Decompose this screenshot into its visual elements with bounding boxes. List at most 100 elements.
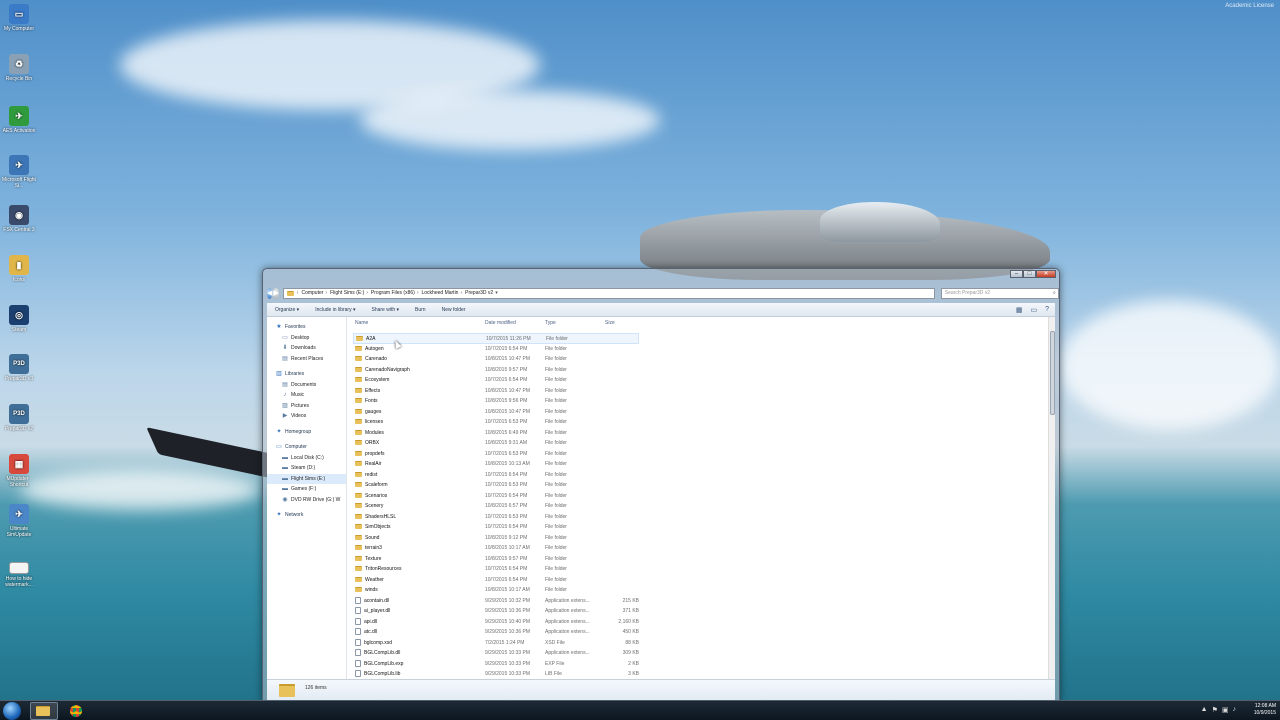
file-row[interactable]: Weather 10/7/2015 6:54 PM File folder xyxy=(353,575,1049,586)
file-row[interactable]: CarenadoNavigraph 10/8/2015 9:57 PM File f… xyxy=(353,365,1049,376)
desktop-icon[interactable]: ◉ FSX Central 3 xyxy=(2,205,36,233)
file-row[interactable]: api.dll 9/29/2015 10:40 PM Application ext… xyxy=(353,617,1049,628)
back-button[interactable]: ◀ xyxy=(267,287,273,299)
nav-item[interactable]: ▭ Computer xyxy=(267,442,346,453)
nav-item[interactable]: ▤ Documents xyxy=(267,380,346,391)
desktop-icon[interactable]: ♻ Recycle Bin xyxy=(2,54,36,82)
breadcrumb-item[interactable]: Lockheed Martin xyxy=(422,290,459,296)
breadcrumb-item[interactable]: Computer xyxy=(301,290,323,296)
file-row[interactable]: Scenery 10/8/2015 6:57 PM File folder xyxy=(353,501,1049,512)
file-row[interactable]: propdefs 10/7/2015 6:53 PM File folder xyxy=(353,449,1049,460)
taskbar-explorer-button[interactable] xyxy=(30,702,58,720)
explorer-window[interactable]: – □ ✕ ◀ ▶ › Computer › Flight Sims (E:) › … xyxy=(262,268,1060,702)
change-view-icon[interactable]: ▦ xyxy=(1016,306,1023,314)
file-row[interactable]: Autogen 10/7/2015 6:54 PM File folder xyxy=(353,344,1049,355)
nav-item[interactable]: ✦ Network xyxy=(267,510,346,521)
file-row[interactable]: winds 10/8/2015 10:17 AM File folder xyxy=(353,585,1049,596)
column-header-date[interactable]: Date modified xyxy=(485,320,516,330)
nav-item[interactable]: ▨ Pictures xyxy=(267,401,346,412)
tray-icon[interactable]: ▲ xyxy=(1201,706,1208,714)
file-row[interactable]: SimObjects 10/7/2015 6:54 PM File folder xyxy=(353,522,1049,533)
file-row[interactable]: redist 10/7/2015 6:54 PM File folder xyxy=(353,470,1049,481)
file-row[interactable]: Scaleform 10/7/2015 6:53 PM File folder xyxy=(353,480,1049,491)
close-button[interactable]: ✕ xyxy=(1036,270,1056,278)
nav-item[interactable]: ◉ DVD RW Drive (G:) W xyxy=(267,495,346,506)
breadcrumb-item[interactable]: Prepar3D v2 xyxy=(465,290,493,296)
desktop-icon[interactable]: P3D Prepar3D v3 xyxy=(2,354,36,382)
desktop-icon[interactable]: P3D Prepar3D v2 xyxy=(2,404,36,432)
file-row[interactable]: Ecosystem 10/7/2015 6:54 PM File folder xyxy=(353,375,1049,386)
file-date: 9/29/2015 10:33 PM xyxy=(485,660,531,667)
taskbar-chrome-button[interactable] xyxy=(62,702,90,720)
organize-button[interactable]: Organize ▾ xyxy=(275,307,299,313)
file-row[interactable]: TritonResources 10/7/2015 6:54 PM File fol… xyxy=(353,564,1049,575)
nav-item[interactable]: ♪ Music xyxy=(267,390,346,401)
vertical-scrollbar[interactable] xyxy=(1048,317,1055,679)
file-row[interactable]: BGLCompLib.exp 9/29/2015 10:33 PM EXP File… xyxy=(353,659,1049,670)
file-row[interactable]: acontain.dll 9/29/2015 10:32 PM Applicatio… xyxy=(353,596,1049,607)
desktop-icon[interactable]: ✈ AES Activation xyxy=(2,106,36,134)
file-row[interactable]: Fonts 10/8/2015 9:56 PM File folder xyxy=(353,396,1049,407)
minimize-button[interactable]: – xyxy=(1010,270,1023,278)
nav-item[interactable]: ▬ Local Disk (C:) xyxy=(267,453,346,464)
desktop-icon[interactable]: How to hide watermark... xyxy=(2,562,36,588)
folder-icon xyxy=(355,513,362,519)
nav-item[interactable]: ▬ Steam (D:) xyxy=(267,463,346,474)
tray-icon[interactable]: ♪ xyxy=(1233,706,1237,714)
maximize-button[interactable]: □ xyxy=(1023,270,1036,278)
file-row[interactable]: ai_player.dll 9/29/2015 10:36 PM Applicati… xyxy=(353,606,1049,617)
file-row[interactable]: bglcomp.xsd 7/2/2015 1:24 PM XSD File 88 KB xyxy=(353,638,1049,649)
chevron-down-icon[interactable]: ▾ xyxy=(495,290,498,296)
nav-item[interactable]: ✦ Homegroup xyxy=(267,427,346,438)
desktop-icon[interactable]: ▦ MUpdater - Shortcut xyxy=(2,454,36,488)
file-row[interactable]: licenses 10/7/2015 6:53 PM File folder xyxy=(353,417,1049,428)
share-with-button[interactable]: Share with ▾ xyxy=(372,307,400,313)
file-row[interactable]: Effects 10/8/2015 10:47 PM File folder xyxy=(353,386,1049,397)
column-header-type[interactable]: Type xyxy=(545,320,556,330)
nav-item[interactable]: ⬇ Downloads xyxy=(267,343,346,354)
file-row[interactable]: Sound 10/8/2015 9:12 PM File folder xyxy=(353,533,1049,544)
breadcrumb-item[interactable]: Program Files (x86) xyxy=(371,290,415,296)
file-row[interactable]: Texture 10/8/2015 9:57 PM File folder xyxy=(353,554,1049,565)
desktop-icon[interactable]: ▮ Icons xyxy=(2,255,36,283)
file-row[interactable]: Carenado 10/8/2015 10:47 PM File folder xyxy=(353,354,1049,365)
preview-pane-icon[interactable]: ▭ xyxy=(1030,306,1037,314)
forward-button[interactable]: ▶ xyxy=(273,287,279,299)
desktop-icon[interactable]: ▭ My Computer xyxy=(2,4,36,32)
clock[interactable]: 12:08 AM 10/9/2015 xyxy=(1254,703,1276,717)
tray-icon[interactable]: ▣ xyxy=(1222,706,1229,714)
burn-button[interactable]: Burn xyxy=(415,307,426,313)
file-row[interactable]: terrain3 10/8/2015 10:17 AM File folder xyxy=(353,543,1049,554)
help-icon[interactable]: ? xyxy=(1045,306,1049,314)
file-row[interactable]: BGLCompLib.lib 9/29/2015 10:33 PM LIB File… xyxy=(353,669,1049,679)
file-row[interactable]: RealAir 10/8/2015 10:13 AM File folder xyxy=(353,459,1049,470)
nav-item[interactable]: ★ Favorites xyxy=(267,322,346,333)
include-in-library-button[interactable]: Include in library ▾ xyxy=(315,307,355,313)
file-row[interactable]: Scenarios 10/7/2015 6:54 PM File folder xyxy=(353,491,1049,502)
file-icon xyxy=(355,670,361,677)
file-row[interactable]: Modules 10/8/2015 6:49 PM File folder xyxy=(353,428,1049,439)
desktop-icon[interactable]: ◎ Steam xyxy=(2,305,36,333)
nav-item[interactable]: ▶ Videos xyxy=(267,411,346,422)
new-folder-button[interactable]: New folder xyxy=(442,307,466,313)
file-row[interactable]: ORBX 10/8/2015 9:31 AM File folder xyxy=(353,438,1049,449)
nav-item[interactable]: ▥ Libraries xyxy=(267,369,346,380)
breadcrumb-item[interactable]: Flight Sims (E:) xyxy=(330,290,364,296)
column-header-size[interactable]: Size xyxy=(605,320,615,330)
desktop-icon[interactable]: ✈ Microsoft Flight Si... xyxy=(2,155,36,189)
nav-item[interactable]: ▤ Recent Places xyxy=(267,354,346,365)
tray-icon[interactable]: ⚑ xyxy=(1212,706,1218,714)
file-row[interactable]: gauges 10/8/2015 10:47 PM File folder xyxy=(353,407,1049,418)
nav-item[interactable]: ▭ Desktop xyxy=(267,333,346,344)
file-row[interactable]: BGLCompLib.dll 9/29/2015 10:33 PM Applicat… xyxy=(353,648,1049,659)
desktop-icon[interactable]: ✈ Ultimate SimUpdate xyxy=(2,504,36,538)
search-input[interactable]: Search Prepar3D v2 ⌕ xyxy=(940,287,1059,299)
nav-item[interactable]: ▬ Games (F:) xyxy=(267,484,346,495)
file-row[interactable]: atc.dll 9/29/2015 10:36 PM Application ext… xyxy=(353,627,1049,638)
file-row[interactable]: ShadersHLSL 10/7/2015 6:53 PM File folder xyxy=(353,512,1049,523)
nav-item[interactable]: ▬ Flight Sims (E:) xyxy=(267,473,346,484)
address-bar[interactable]: › Computer › Flight Sims (E:) › Program Fi… xyxy=(282,287,935,299)
column-header-name[interactable]: Name xyxy=(355,320,368,330)
scrollbar-thumb[interactable] xyxy=(1050,331,1055,415)
start-button[interactable] xyxy=(3,702,21,720)
